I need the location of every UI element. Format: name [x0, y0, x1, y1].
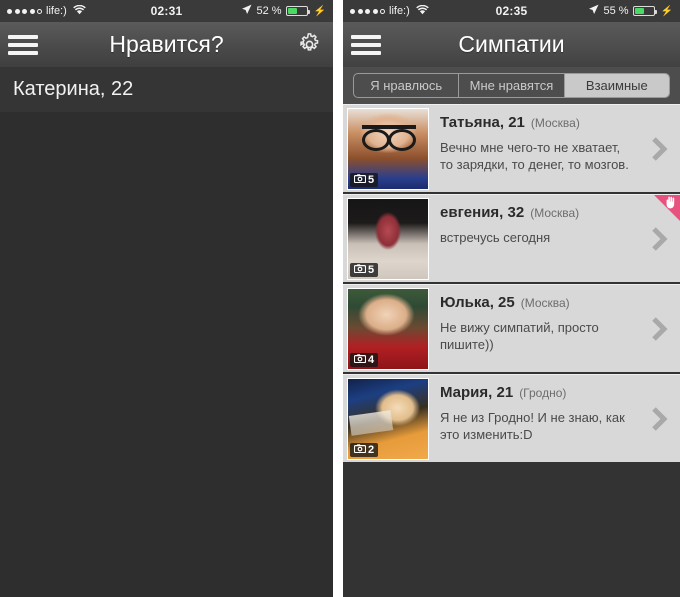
list-item[interactable]: 4 Юлька, 25 (Москва) Не вижу симпатий, п…: [343, 284, 680, 372]
chevron-right-icon: [650, 226, 669, 252]
avatar[interactable]: 5: [347, 198, 429, 280]
lightning-bolt-icon: ⚡: [313, 5, 326, 17]
gear-icon[interactable]: [296, 32, 322, 58]
list-item-name: Мария, 21: [440, 384, 514, 401]
list-item-city: (Москва): [530, 116, 580, 130]
right-nav-bar: Симпатии: [343, 22, 680, 67]
list-item-city: (Москва): [530, 206, 580, 220]
list-item-header: евгения, 32 (Москва): [440, 204, 670, 221]
page-title: Симпатии: [458, 31, 565, 57]
matches-list[interactable]: 5 Татьяна, 21 (Москва) Вечно мне чего-то…: [343, 104, 680, 597]
tab-mutual[interactable]: Взаимные: [564, 74, 669, 97]
list-item[interactable]: 2 Мария, 21 (Гродно) Я не из Гродно! И н…: [343, 374, 680, 462]
photo-count-badge: 2: [350, 443, 379, 457]
list-item-header: Татьяна, 21 (Москва): [440, 114, 670, 131]
hamburger-bar: [8, 50, 38, 55]
page-title: Нравится?: [109, 31, 224, 57]
list-item-body: Мария, 21 (Гродно) Я не из Гродно! И не …: [429, 375, 680, 462]
profile-name-label: Катерина, 22: [13, 78, 134, 100]
photo-count-badge: 5: [350, 263, 379, 277]
photo-count-label: 4: [368, 353, 375, 366]
photo-count-label: 5: [368, 263, 375, 276]
list-item-status-text: Вечно мне чего-то не хватает, то зарядки…: [440, 140, 629, 172]
status-bar-right-group: 55 % ⚡: [588, 4, 673, 18]
battery-fill: [287, 8, 297, 14]
hamburger-menu-icon[interactable]: [343, 22, 389, 67]
status-bar-right-group: 52 % ⚡: [241, 4, 326, 18]
list-item-header: Юлька, 25 (Москва): [440, 294, 670, 311]
list-item-status-text: Я не из Гродно! И не знаю, как это измен…: [440, 410, 625, 442]
list-item-body: евгения, 32 (Москва) встречусь сегодня: [429, 195, 680, 282]
chevron-right-icon: [650, 136, 669, 162]
list-item-body: Юлька, 25 (Москва) Не вижу симпатий, про…: [429, 285, 680, 372]
list-item-city: (Москва): [520, 296, 570, 310]
list-item-status-text: Не вижу симпатий, просто пишите)): [440, 320, 599, 352]
chevron-right-icon: [650, 316, 669, 342]
photo-count-badge: 4: [350, 353, 379, 367]
camera-icon: [353, 264, 367, 276]
battery-icon: [285, 6, 311, 16]
hamburger-bar: [351, 34, 381, 39]
location-arrow-icon: [588, 4, 599, 18]
photo-count-label: 2: [368, 443, 375, 456]
lightning-bolt-icon: ⚡: [660, 5, 673, 17]
hamburger-bar: [8, 34, 38, 39]
battery-percent-label: 55 %: [603, 5, 629, 17]
left-nav-bar: Нравится?: [0, 22, 333, 67]
hand-victory-icon: [666, 196, 677, 211]
battery-fill: [634, 8, 645, 14]
list-empty-area: [343, 464, 680, 597]
camera-icon: [353, 174, 367, 186]
tab-i-am-liked[interactable]: Я нравлюсь: [354, 74, 460, 97]
photo-count-badge: 5: [350, 173, 379, 187]
segmented-control: Я нравлюсь Мне нравятся Взаимные: [353, 73, 670, 98]
location-arrow-icon: [241, 4, 252, 18]
left-phone-screen: life:) 02:31 52 % ⚡ Нравится? Катерина, …: [0, 0, 333, 597]
left-status-bar: life:) 02:31 52 % ⚡: [0, 0, 333, 22]
list-item-status-text: встречусь сегодня: [440, 230, 551, 245]
avatar[interactable]: 4: [347, 288, 429, 370]
list-item-name: евгения, 32: [440, 204, 525, 221]
list-item-name: Юлька, 25: [440, 294, 515, 311]
list-item-name: Татьяна, 21: [440, 114, 525, 131]
battery-percent-label: 52 %: [256, 5, 282, 17]
hamburger-bar: [8, 42, 38, 47]
hamburger-menu-icon[interactable]: [0, 22, 46, 67]
list-item-city: (Гродно): [519, 386, 567, 400]
camera-icon: [353, 444, 367, 456]
list-item-header: Мария, 21 (Гродно): [440, 384, 670, 401]
battery-icon: [632, 6, 658, 16]
profile-name-bar: Катерина, 22: [0, 67, 333, 112]
avatar-glasses-detail: [362, 125, 416, 151]
hamburger-bar: [351, 50, 381, 55]
panel-divider: [333, 0, 343, 597]
list-item-body: Татьяна, 21 (Москва) Вечно мне чего-то н…: [429, 105, 680, 192]
hamburger-bar: [351, 42, 381, 47]
camera-icon: [353, 354, 367, 366]
list-item[interactable]: 5 евгения, 32 (Москва) встречусь сегодня: [343, 194, 680, 282]
photo-count-label: 5: [368, 173, 375, 186]
list-item[interactable]: 5 Татьяна, 21 (Москва) Вечно мне чего-то…: [343, 104, 680, 192]
avatar[interactable]: 5: [347, 108, 429, 190]
right-phone-screen: life:) 02:35 55 % ⚡ Симпатии Я нравлюсь …: [343, 0, 680, 597]
tab-i-like[interactable]: Мне нравятся: [459, 74, 565, 97]
avatar[interactable]: 2: [347, 378, 429, 460]
segmented-control-wrapper: Я нравлюсь Мне нравятся Взаимные: [343, 67, 680, 104]
dual-screenshot-container: life:) 02:31 52 % ⚡ Нравится? Катерина, …: [0, 0, 680, 597]
right-status-bar: life:) 02:35 55 % ⚡: [343, 0, 680, 22]
chevron-right-icon: [650, 406, 669, 432]
